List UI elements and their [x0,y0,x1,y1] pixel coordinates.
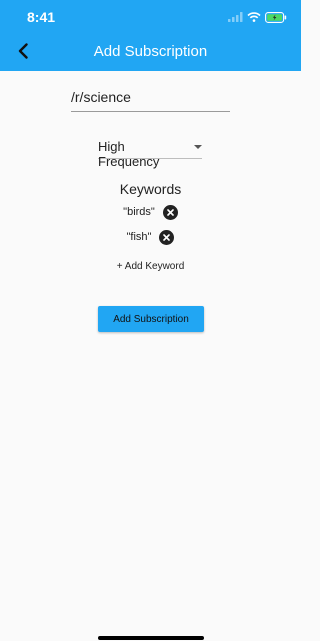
dropdown-arrow-icon [194,145,202,149]
keyword-item: "fish" [0,228,301,246]
add-subscription-button[interactable]: Add Subscription [98,306,204,332]
keyword-label: "fish" [126,231,152,243]
app-bar: 8:41 Add Subscription [0,0,301,71]
wifi-icon [247,12,261,22]
remove-keyword-button[interactable] [159,229,175,245]
close-icon [167,208,174,216]
frequency-selected: High Frequency [98,139,160,169]
keyword-item: "birds" [0,203,301,221]
keywords-heading: Keywords [119,181,182,197]
frequency-dropdown[interactable]: High Frequency [98,136,202,169]
add-keyword-button[interactable]: + Add Keyword [0,261,301,272]
close-icon [163,233,171,241]
remove-keyword-button[interactable] [162,204,178,220]
battery-icon [265,11,287,23]
signal-icon [228,12,243,22]
status-time: 8:41 [27,9,56,25]
home-indicator[interactable] [98,636,204,640]
subreddit-input[interactable] [71,86,230,112]
page-title: Add Subscription [93,43,208,60]
keyword-label: "birds" [123,206,155,218]
status-icons [228,10,287,24]
